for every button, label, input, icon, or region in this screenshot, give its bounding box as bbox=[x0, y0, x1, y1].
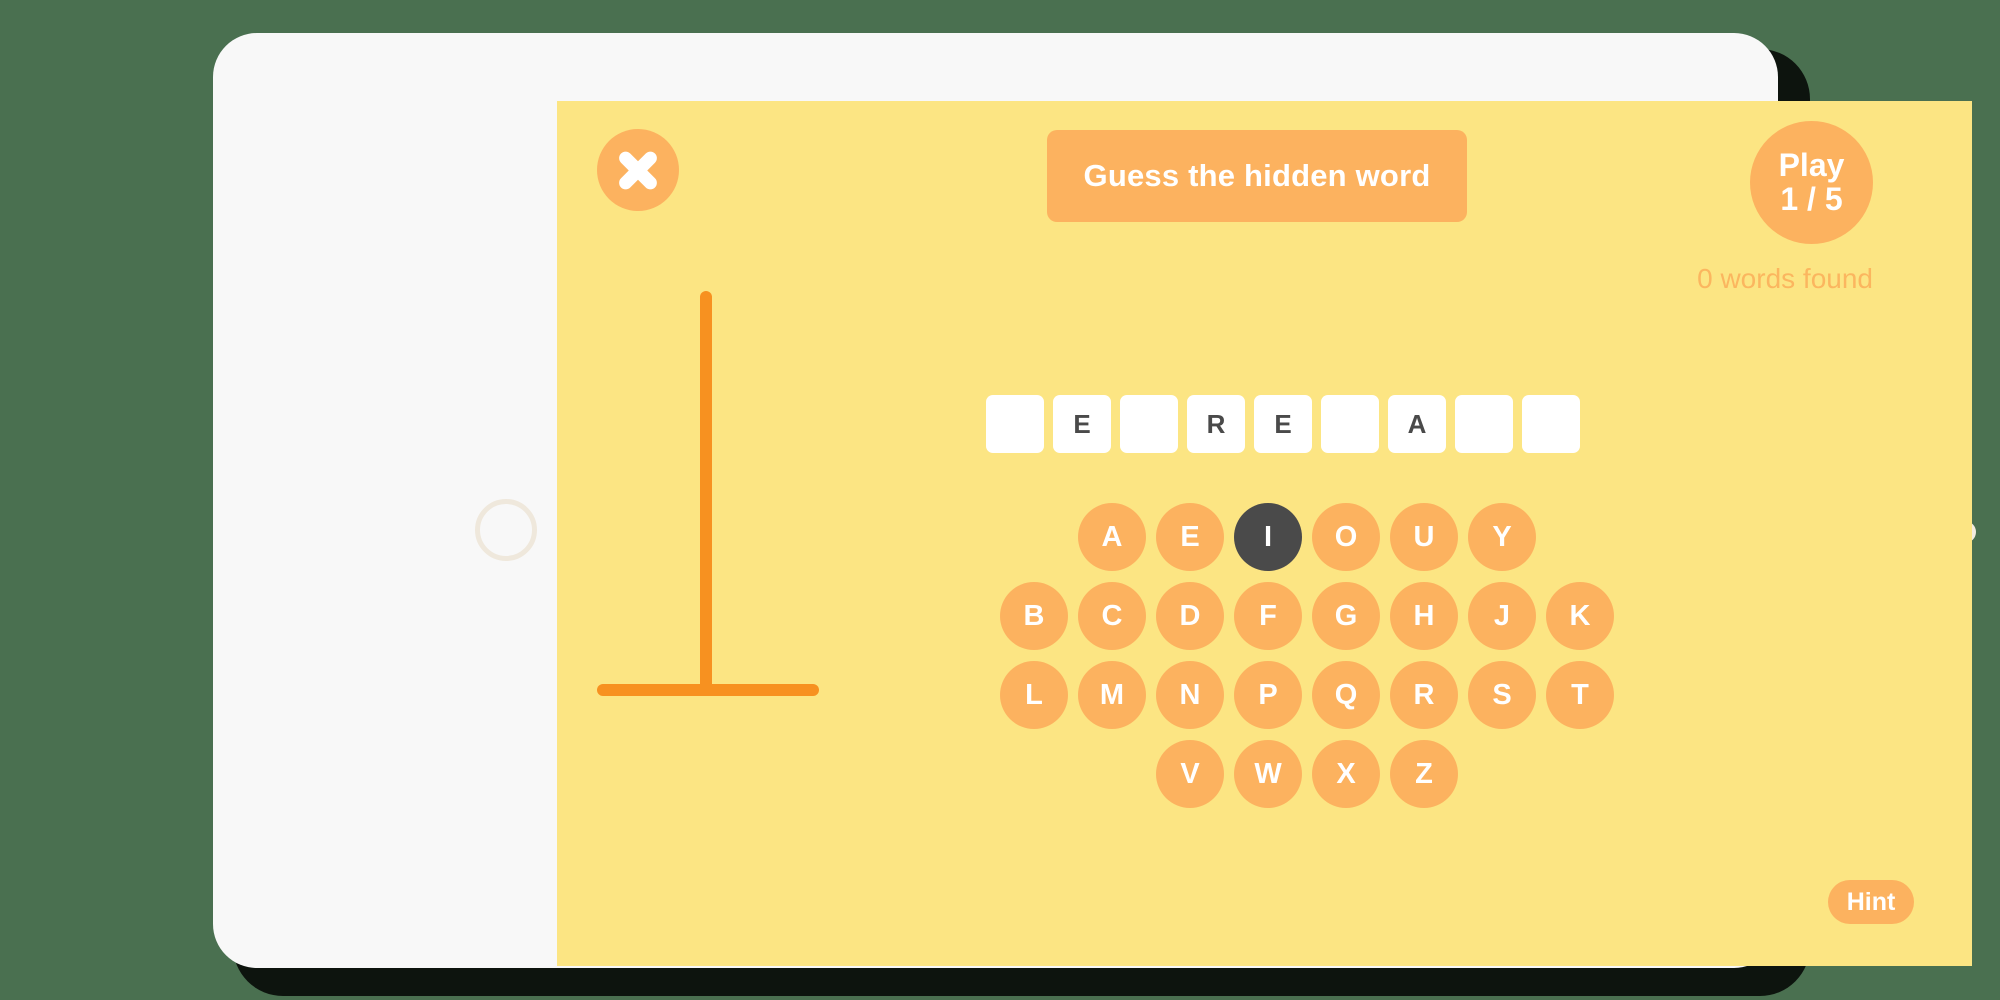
word-tile: A bbox=[1388, 395, 1446, 453]
keyboard-row-consonants-1: BCDFGHJK bbox=[977, 582, 1637, 650]
hint-button[interactable]: Hint bbox=[1828, 880, 1914, 924]
play-badge-label: Play bbox=[1778, 146, 1845, 183]
keyboard-row-vowels: AEIOUY bbox=[977, 503, 1637, 571]
key-o[interactable]: O bbox=[1312, 503, 1380, 571]
key-i: I bbox=[1234, 503, 1302, 571]
page-title: Guess the hidden word bbox=[1083, 158, 1431, 193]
home-button[interactable] bbox=[475, 499, 537, 561]
word-tile bbox=[1321, 395, 1379, 453]
gallows-drawing: 8 tries remaining bbox=[557, 226, 877, 826]
keyboard-row-consonants-2: LMNPQRST bbox=[977, 661, 1637, 729]
key-f[interactable]: F bbox=[1234, 582, 1302, 650]
key-u[interactable]: U bbox=[1390, 503, 1458, 571]
word-tile: E bbox=[1254, 395, 1312, 453]
key-c[interactable]: C bbox=[1078, 582, 1146, 650]
title-banner: Guess the hidden word bbox=[1047, 130, 1467, 222]
word-tile bbox=[1120, 395, 1178, 453]
key-h[interactable]: H bbox=[1390, 582, 1458, 650]
key-m[interactable]: M bbox=[1078, 661, 1146, 729]
word-tile: E bbox=[1053, 395, 1111, 453]
game-screen: Guess the hidden word Play 1 / 5 0 words… bbox=[557, 101, 1972, 966]
word-tiles: EREA bbox=[986, 395, 1580, 453]
word-tile bbox=[1455, 395, 1513, 453]
letter-keyboard: AEIOUY BCDFGHJK LMNPQRST VWXZ bbox=[977, 503, 1637, 819]
tablet-device: Guess the hidden word Play 1 / 5 0 words… bbox=[213, 33, 1972, 968]
key-r[interactable]: R bbox=[1390, 661, 1458, 729]
key-v[interactable]: V bbox=[1156, 740, 1224, 808]
word-tile bbox=[986, 395, 1044, 453]
key-j[interactable]: J bbox=[1468, 582, 1536, 650]
play-badge[interactable]: Play 1 / 5 bbox=[1750, 121, 1873, 244]
key-w[interactable]: W bbox=[1234, 740, 1302, 808]
gallows-base bbox=[597, 684, 819, 696]
key-d[interactable]: D bbox=[1156, 582, 1224, 650]
key-b[interactable]: B bbox=[1000, 582, 1068, 650]
key-p[interactable]: P bbox=[1234, 661, 1302, 729]
key-z[interactable]: Z bbox=[1390, 740, 1458, 808]
key-k[interactable]: K bbox=[1546, 582, 1614, 650]
key-a[interactable]: A bbox=[1078, 503, 1146, 571]
key-q[interactable]: Q bbox=[1312, 661, 1380, 729]
word-tile bbox=[1522, 395, 1580, 453]
key-x[interactable]: X bbox=[1312, 740, 1380, 808]
keyboard-row-consonants-3: VWXZ bbox=[977, 740, 1637, 808]
key-s[interactable]: S bbox=[1468, 661, 1536, 729]
words-found-status: 0 words found bbox=[1697, 263, 1873, 294]
close-x-icon bbox=[597, 129, 679, 211]
word-tile: R bbox=[1187, 395, 1245, 453]
play-badge-count: 1 / 5 bbox=[1780, 180, 1843, 217]
key-g[interactable]: G bbox=[1312, 582, 1380, 650]
key-t[interactable]: T bbox=[1546, 661, 1614, 729]
key-n[interactable]: N bbox=[1156, 661, 1224, 729]
close-button[interactable] bbox=[597, 129, 679, 211]
key-y[interactable]: Y bbox=[1468, 503, 1536, 571]
gallows-pole bbox=[700, 291, 712, 693]
key-e[interactable]: E bbox=[1156, 503, 1224, 571]
key-l[interactable]: L bbox=[1000, 661, 1068, 729]
